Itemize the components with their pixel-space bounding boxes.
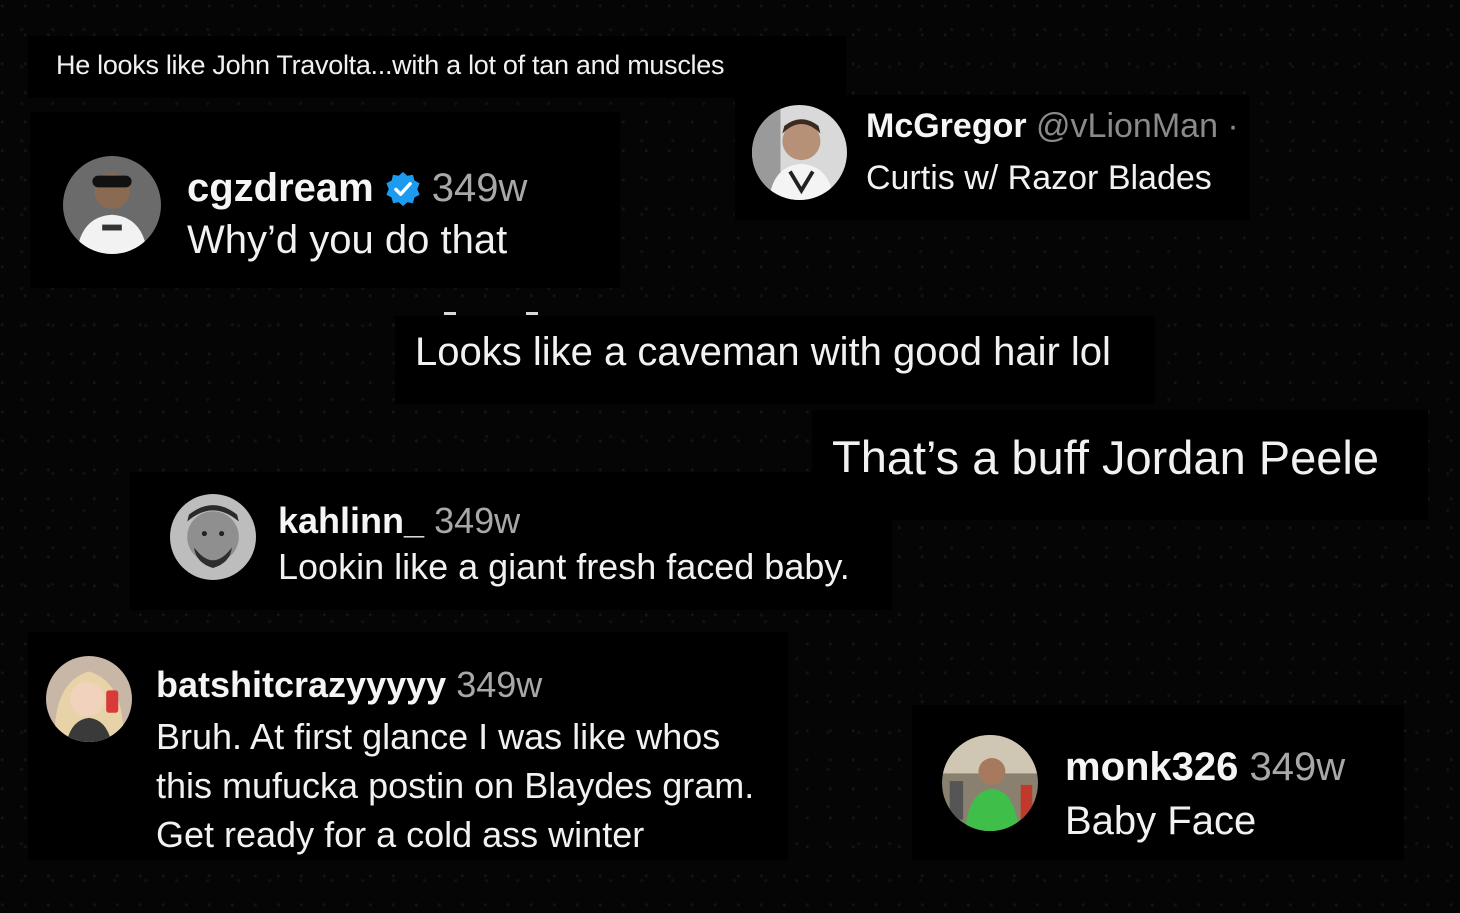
- user-avatar-icon[interactable]: [752, 105, 847, 200]
- comment-text: Baby Face: [1065, 799, 1257, 843]
- comment-header: batshitcrazyyyyy 349w: [156, 664, 542, 706]
- comment-text: Looks like a caveman with good hair lol: [415, 330, 1111, 374]
- comment-card-1: He looks like John Travolta...with a lot…: [28, 36, 846, 98]
- comment-text: He looks like John Travolta...with a lot…: [56, 50, 725, 80]
- divider-mark: [526, 312, 538, 315]
- divider-mark: [444, 312, 456, 315]
- user-avatar-icon[interactable]: [170, 494, 256, 580]
- comment-card-mcgregor: McGregor @vLionMan · Curtis w/ Razor Bla…: [735, 95, 1250, 220]
- comment-card-monk326: monk326 349w Baby Face: [912, 705, 1404, 860]
- username[interactable]: McGregor: [866, 107, 1027, 145]
- comment-header: cgzdream 349w: [187, 166, 527, 211]
- comment-card-5: That’s a buff Jordan Peele: [812, 410, 1428, 520]
- username[interactable]: cgzdream: [187, 166, 374, 211]
- comment-card-kahlinn: kahlinn_ 349w Lookin like a giant fresh …: [130, 472, 892, 610]
- comment-text: Curtis w/ Razor Blades: [866, 159, 1212, 197]
- user-avatar-icon[interactable]: [46, 656, 132, 742]
- username[interactable]: kahlinn_: [278, 500, 424, 541]
- username[interactable]: batshitcrazyyyyy: [156, 664, 446, 705]
- timestamp: 349w: [1249, 745, 1346, 789]
- comment-card-batshitcrazyyyyy: batshitcrazyyyyy 349w Bruh. At first gla…: [28, 632, 788, 860]
- user-avatar-icon[interactable]: [942, 735, 1038, 831]
- comment-text: Lookin like a giant fresh faced baby.: [278, 546, 850, 587]
- comment-header: McGregor @vLionMan ·: [866, 107, 1239, 146]
- timestamp: 349w: [434, 500, 521, 541]
- user-handle[interactable]: @vLionMan ·: [1036, 107, 1239, 145]
- comment-text: That’s a buff Jordan Peele: [832, 431, 1379, 484]
- comment-header: kahlinn_ 349w: [278, 500, 520, 542]
- comment-card-4: Looks like a caveman with good hair lol: [395, 316, 1155, 404]
- timestamp: 349w: [456, 664, 543, 705]
- timestamp: 349w: [431, 166, 528, 210]
- verified-badge-icon: [384, 170, 422, 208]
- comment-text: Why’d you do that: [187, 218, 508, 262]
- comment-card-cgzdream: cgzdream 349w Why’d you do that: [30, 112, 620, 288]
- comment-text: Bruh. At first glance I was like whos th…: [156, 716, 755, 855]
- username[interactable]: monk326: [1065, 745, 1238, 789]
- user-avatar-icon[interactable]: [63, 156, 161, 254]
- comment-header: monk326 349w: [1065, 745, 1345, 790]
